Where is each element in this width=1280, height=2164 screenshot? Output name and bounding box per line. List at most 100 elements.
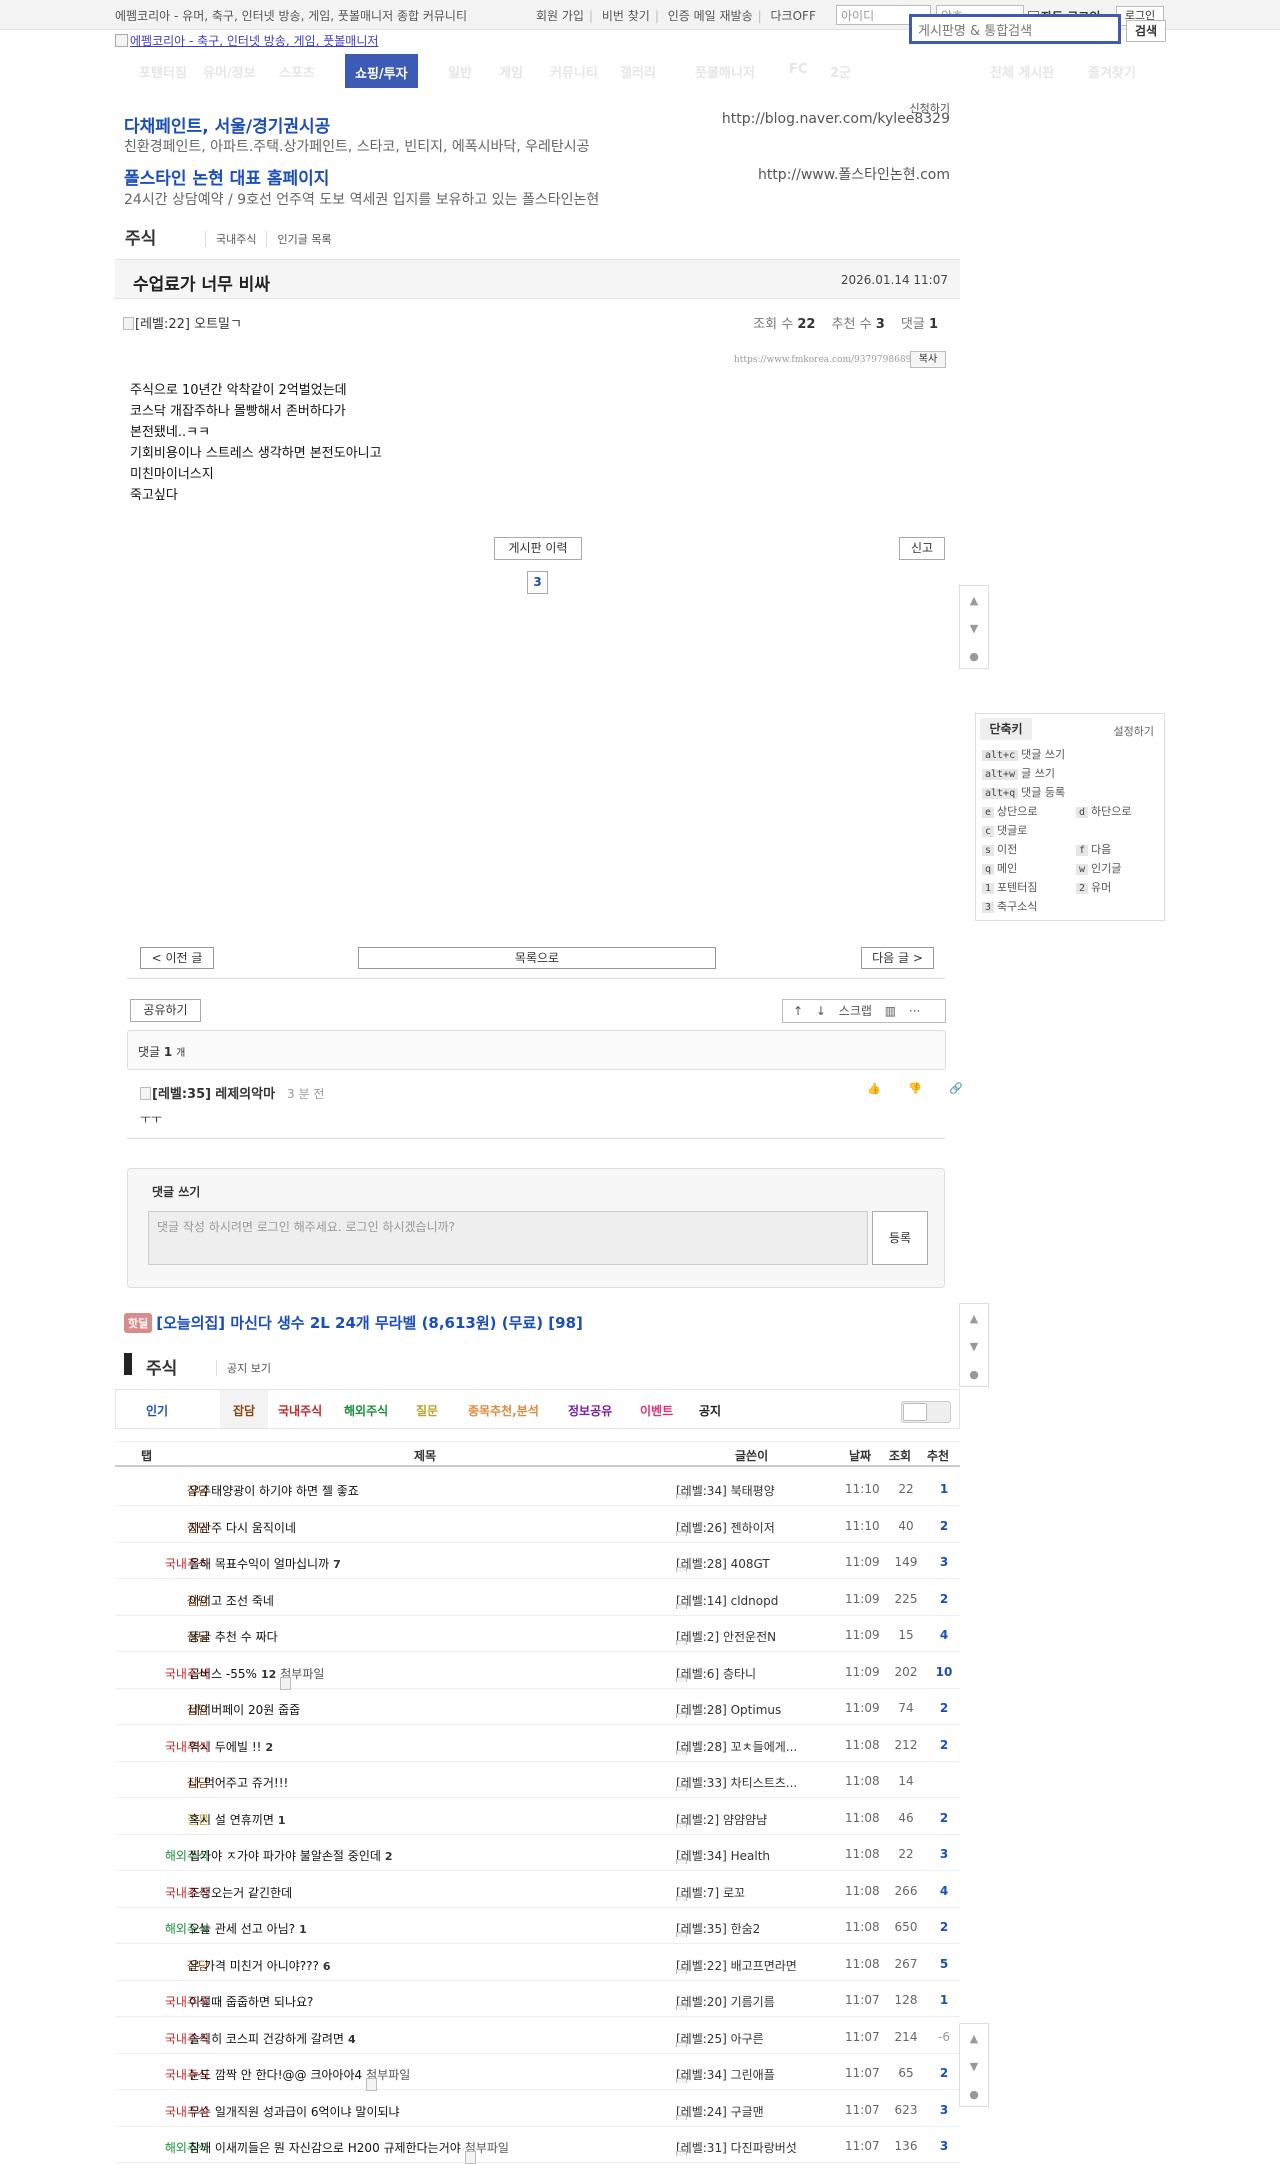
signup-link[interactable]: 회원 가입 [536, 9, 584, 23]
row-title-text[interactable]: 솔직히 코스피 건강하게 갈려면 [189, 2032, 344, 2046]
row-title-text[interactable]: 은 가격 미친거 아니야??? [189, 1959, 319, 1973]
comment-submit-button[interactable]: 등록 [872, 1211, 928, 1265]
comment-icon[interactable]: ● [960, 650, 988, 663]
nav-item-7[interactable]: 갤러리 [620, 62, 656, 81]
row-title-text[interactable]: 눈도 깜짝 안 한다!@@ 크아아아4 [189, 2068, 362, 2082]
table-row[interactable]: 국내주식 올해 목표수익이 얼마십니까 7 [레벨:28] 408GT 11:09 149… [115, 1543, 960, 1579]
row-title-text[interactable]: 자산주 다시 움직이네 [189, 1521, 296, 1535]
post-author[interactable]: [레벨:22] 오트밀ㄱ [123, 313, 242, 332]
more-icon[interactable]: ··· [909, 1004, 920, 1018]
row-title-text[interactable]: 혹시 설 연휴끼면 [189, 1813, 274, 1827]
category-tab-5[interactable]: 종목추천,분석 [468, 1402, 539, 1419]
category-tab-2[interactable]: 국내주식 [278, 1402, 322, 1419]
table-row[interactable]: 국내주식 곱버스 -55% 12 첨부파일 [레벨:6] 층타니 11:09 202 10 [115, 1653, 960, 1690]
table-row[interactable]: 국내주식 조정오는거 같긴한데 [레벨:7] 로꼬 11:08 266 4 [115, 1872, 960, 1908]
row-author[interactable]: [레벨:31] 다진파랑버섯 [676, 2139, 797, 2156]
scroll-up-icon[interactable]: ▲ [960, 594, 988, 607]
row-author-name[interactable]: 로꼬 [723, 1886, 745, 1900]
comment-textarea[interactable]: 댓글 작성 하시려면 로그인 해주세요. 로그인 하시겠습니까? [148, 1211, 868, 1265]
resend-email-link[interactable]: 인증 메일 재발송 [668, 9, 753, 23]
nav-item-11[interactable]: 전체 게시판 [990, 62, 1054, 81]
row-author[interactable]: [레벨:7] 로꼬 [676, 1884, 745, 1901]
table-row[interactable]: 잡담 네이버페이 20원 줍줍 [레벨:28] Optimus 11:09 74 2 [115, 1689, 960, 1725]
row-author[interactable]: [레벨:28] Optimus [676, 1701, 781, 1718]
row-author-name[interactable]: 배고프면라면 [731, 1959, 797, 1973]
list-board-name[interactable]: 주식 [146, 1354, 177, 1379]
table-row[interactable]: 국내주식 솔직히 코스피 건강하게 갈려면 4 [레벨:25] 아구른 11:07 214… [115, 2018, 960, 2054]
nav-item-9[interactable]: FC [789, 62, 807, 77]
comment-icon[interactable]: ● [960, 1368, 988, 1381]
row-title[interactable]: 올해 목표수익이 얼마십니까 7 [189, 1555, 341, 1572]
table-row[interactable]: 국내주식 눈도 깜짝 안 한다!@@ 크아아아4 첨부파일 [레벨:34] 그린애플 1… [115, 2054, 960, 2091]
table-row[interactable]: 잡담 은 가격 미친거 아니야??? 6 [레벨:22] 배고프면라면 11:08 267… [115, 1945, 960, 1981]
report-button[interactable]: 신고 [899, 537, 945, 560]
row-author[interactable]: [레벨:22] 배고프면라면 [676, 1957, 797, 1974]
table-row[interactable]: 잡담 아이고 조선 죽네 [레벨:14] cldnopd 11:09 225 2 [115, 1580, 960, 1616]
search-button[interactable]: 검색 [1126, 20, 1166, 42]
table-row[interactable]: 해외주식 참깨 이새끼들은 뭔 자신감으로 H200 규제한다는거야 첨부파일 [레벨… [115, 2127, 960, 2164]
row-author-name[interactable]: 꼬ㅊ들에게... [731, 1740, 798, 1754]
table-row[interactable]: 잡담 우주태양광이 하기야 하면 젤 좋죠 [레벨:34] 북태평양 11:10 22 1 [115, 1470, 960, 1506]
row-author[interactable]: [레벨:20] 기름기름 [676, 1993, 775, 2010]
nav-item-2[interactable]: 스포츠 [279, 62, 315, 81]
row-author-name[interactable]: 408GT [731, 1557, 770, 1571]
row-title-text[interactable]: 이럴때 줍줍하면 되나요? [189, 1995, 313, 2009]
row-title[interactable]: 솔직히 코스피 건강하게 갈려면 4 [189, 2030, 356, 2047]
row-author[interactable]: [레벨:28] 꼬ㅊ들에게... [676, 1738, 797, 1755]
row-title-text[interactable]: 똥글 추천 수 짜다 [189, 1630, 278, 1644]
site-logo[interactable]: 에펨코리아 - 축구, 인터넷 방송, 게임, 풋볼매니저 [115, 32, 378, 49]
row-author-name[interactable]: 다진파랑버섯 [731, 2141, 797, 2155]
row-title[interactable]: 이럴때 줍줍하면 되나요? [189, 1993, 313, 2010]
sub-link-popular[interactable]: 인기글 목록 [266, 231, 341, 247]
category-tab-7[interactable]: 이벤트 [640, 1402, 673, 1419]
row-title-text[interactable]: 네이버페이 20원 줍줍 [189, 1703, 300, 1717]
ad-title-1[interactable]: 다채페인트, 서울/경기권시공 [124, 112, 330, 137]
row-author[interactable]: [레벨:26] 젠하이저 [676, 1519, 775, 1536]
table-row[interactable]: 해외주식 씹가야 ㅈ가야 파가야 불알손절 중인데 2 [레벨:34] Health 1… [115, 1835, 960, 1871]
row-author-name[interactable]: 구글맨 [731, 2105, 764, 2119]
author-name[interactable]: 오트밀ㄱ [194, 317, 242, 332]
nav-item-12[interactable]: 즐겨찾기 [1088, 62, 1136, 81]
board-history-button[interactable]: 게시판 이력 [494, 537, 582, 560]
row-author[interactable]: [레벨:34] 그린애플 [676, 2066, 775, 2083]
row-title-text[interactable]: 참깨 이새끼들은 뭔 자신감으로 H200 규제한다는거야 [189, 2141, 461, 2155]
row-title[interactable]: 조정오는거 같긴한데 [189, 1884, 292, 1901]
ad-url-2[interactable]: http://www.폴스타인논현.com [758, 164, 950, 184]
row-title[interactable]: 아이고 조선 죽네 [189, 1592, 274, 1609]
row-title-text[interactable]: 나 먹어주고 쥬거!!! [189, 1776, 288, 1790]
row-title-text[interactable]: 올해 목표수익이 얼마십니까 [189, 1557, 329, 1571]
row-title-text[interactable]: 무슨 일개직원 성과급이 6억이냐 말이되냐 [189, 2105, 400, 2119]
sub-link-domestic[interactable]: 국내주식 [205, 231, 266, 247]
row-author[interactable]: [레벨:35] 한숨2 [676, 1920, 760, 1937]
row-author-name[interactable]: 기름기름 [731, 1995, 775, 2009]
row-author[interactable]: [레벨:34] Health [676, 1847, 770, 1864]
row-title[interactable]: 혹시 설 연휴끼면 1 [189, 1811, 286, 1828]
category-tab-8[interactable]: 공지 [699, 1402, 721, 1419]
row-title[interactable]: 네이버페이 20원 줍줍 [189, 1701, 300, 1718]
nav-item-6[interactable]: 커뮤니티 [550, 62, 598, 81]
row-title-text[interactable]: 아이고 조선 죽네 [189, 1594, 274, 1608]
table-row[interactable]: 국내주식 이럴때 줍줍하면 되나요? [레벨:20] 기름기름 11:07 128 1 [115, 1981, 960, 2017]
row-author-name[interactable]: Health [731, 1849, 770, 1863]
dark-mode-toggle[interactable]: 다크OFF [771, 9, 816, 23]
nav-item-4[interactable]: 일반 [448, 62, 472, 81]
row-title[interactable]: 참깨 이새끼들은 뭔 자신감으로 H200 규제한다는거야 첨부파일 [189, 2139, 509, 2164]
arrow-up-icon[interactable]: ↑ [793, 1004, 803, 1018]
row-title[interactable]: 똥글 추천 수 짜다 [189, 1628, 278, 1645]
stats-icon[interactable]: ▥ [885, 1004, 896, 1018]
category-tab-3[interactable]: 해외주식 [344, 1402, 388, 1419]
row-author[interactable]: [레벨:25] 아구른 [676, 2030, 764, 2047]
row-author-name[interactable]: 아구른 [731, 2032, 764, 2046]
row-author[interactable]: [레벨:14] cldnopd [676, 1592, 778, 1609]
category-tab-6[interactable]: 정보공유 [568, 1402, 612, 1419]
copy-url-button[interactable]: 복사 [910, 351, 946, 368]
row-author[interactable]: [레벨:34] 북태평양 [676, 1482, 775, 1499]
row-title[interactable]: 오늘 관세 선고 아님? 1 [189, 1920, 307, 1937]
prev-post-button[interactable]: < 이전 글 [140, 947, 214, 969]
row-author-name[interactable]: Optimus [731, 1703, 782, 1717]
view-toggle[interactable] [901, 1401, 951, 1423]
row-author[interactable]: [레벨:33] 차티스트츠... [676, 1774, 797, 1791]
row-title-text[interactable]: 곱버스 -55% [189, 1667, 257, 1681]
notice-link[interactable]: 공지 보기 [216, 1360, 271, 1376]
board-name[interactable]: 주식 [125, 224, 156, 249]
